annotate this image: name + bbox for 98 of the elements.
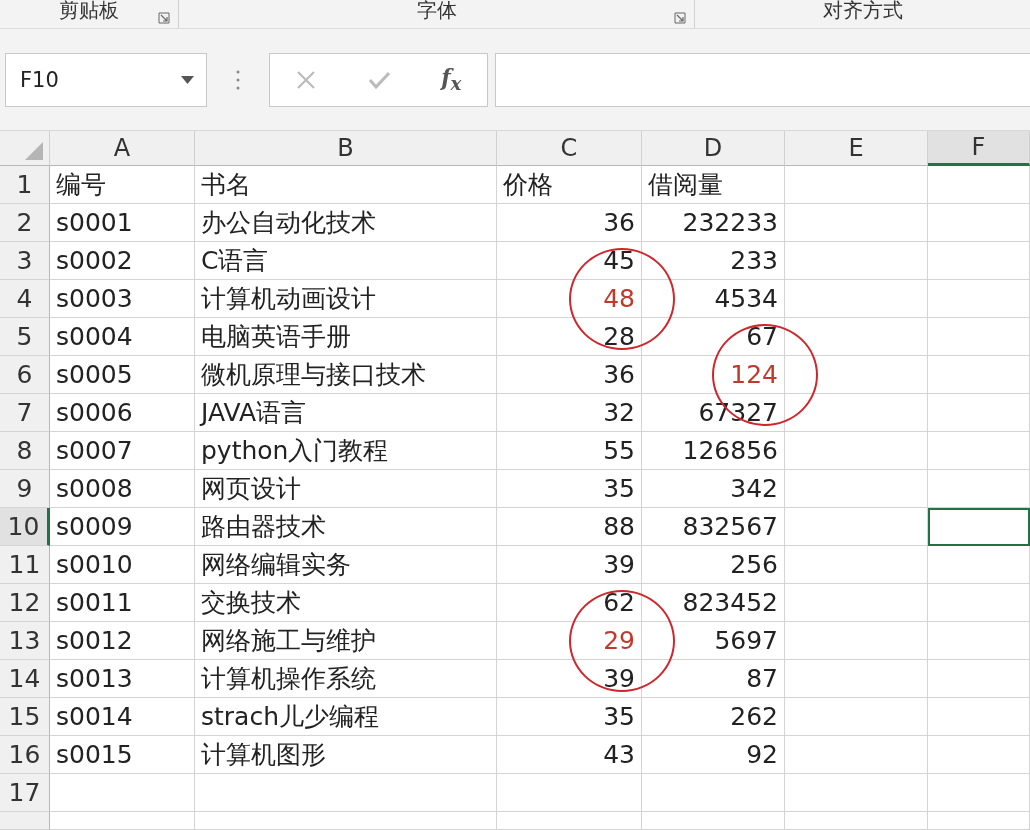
cell-text: 4534 (714, 284, 778, 313)
ribbon-group-label: 剪贴板 (59, 0, 119, 22)
column-header[interactable]: B (195, 131, 497, 166)
row-header[interactable]: 2 (0, 204, 50, 242)
column-header[interactable]: D (642, 131, 785, 166)
cell-text: 45 (603, 246, 635, 275)
cell-text: 交换技术 (201, 587, 301, 619)
cell-text: 计算机操作系统 (201, 663, 376, 695)
cell-text: s0003 (56, 284, 133, 313)
row-header[interactable]: 1 (0, 166, 50, 204)
cell-text: 电脑英语手册 (201, 321, 351, 353)
cell-text: s0014 (56, 702, 133, 731)
cell-text: s0007 (56, 436, 133, 465)
cell-text: s0012 (56, 626, 133, 655)
cell-text: 网络施工与维护 (201, 625, 376, 657)
cancel-icon[interactable] (295, 68, 318, 91)
cell-text: 88 (603, 512, 635, 541)
cell-text: 48 (603, 284, 635, 313)
cell-text: 借阅量 (648, 169, 723, 201)
cell-text: 路由器技术 (201, 511, 326, 543)
cell-text: 342 (730, 474, 778, 503)
column-header[interactable]: F (928, 131, 1030, 166)
cell-text: 823452 (682, 588, 778, 617)
cell-text: s0006 (56, 398, 133, 427)
row-header[interactable]: 8 (0, 432, 50, 470)
cell-text: 256 (730, 550, 778, 579)
cell-text: 67 (746, 322, 778, 351)
vertical-dots-icon[interactable] (235, 68, 241, 91)
cell-text: s0002 (56, 246, 133, 275)
cell-text: s0010 (56, 550, 133, 579)
cell-text: 价格 (503, 169, 553, 201)
cell-text: C语言 (201, 245, 269, 277)
row-header[interactable]: 9 (0, 470, 50, 508)
cell-text: 网页设计 (201, 473, 301, 505)
row-header[interactable]: 12 (0, 584, 50, 622)
row-header[interactable]: 14 (0, 660, 50, 698)
cell-text: 办公自动化技术 (201, 207, 376, 239)
formula-input-field[interactable] (495, 52, 1030, 107)
row-header[interactable]: 17 (0, 774, 50, 812)
cell-text: 书名 (201, 169, 251, 201)
row-header[interactable]: 11 (0, 546, 50, 584)
cell-text: 35 (603, 474, 635, 503)
cell-text: s0013 (56, 664, 133, 693)
cell-text: 832567 (682, 512, 778, 541)
insert-function-button[interactable]: f$_{x}$ (441, 64, 462, 95)
cell-text: s0008 (56, 474, 133, 503)
cell-text: s0009 (56, 512, 133, 541)
column-header[interactable]: C (497, 131, 642, 166)
row-header[interactable]: 4 (0, 280, 50, 318)
cell-text: 28 (603, 322, 635, 351)
row-header[interactable]: 10 (0, 508, 50, 546)
cell-text: s0011 (56, 588, 133, 617)
cell-text: 36 (603, 360, 635, 389)
cell-text: 29 (603, 626, 635, 655)
cell-text: 35 (603, 702, 635, 731)
cell-text: 39 (603, 664, 635, 693)
cell-text: 232233 (682, 208, 778, 237)
cell-text: s0001 (56, 208, 133, 237)
cell-text: strach儿少编程 (201, 701, 379, 733)
cell-text: 124 (730, 360, 778, 389)
name-box[interactable]: F10 (5, 52, 207, 107)
row-header[interactable]: 6 (0, 356, 50, 394)
cell-text: JAVA语言 (201, 397, 307, 429)
cell-text: 126856 (682, 436, 778, 465)
cell-text: 32 (603, 398, 635, 427)
cell-text: 92 (746, 740, 778, 769)
cell-text: s0015 (56, 740, 133, 769)
cell-text: 36 (603, 208, 635, 237)
row-header[interactable]: 3 (0, 242, 50, 280)
cell-text: 43 (603, 740, 635, 769)
cell-text: 233 (730, 246, 778, 275)
cell-text: 网络编辑实务 (201, 549, 351, 581)
dialog-launcher-icon[interactable] (158, 12, 170, 24)
dropdown-caret-icon[interactable] (181, 75, 194, 84)
cell-text: 262 (730, 702, 778, 731)
active-cell[interactable] (928, 508, 1030, 546)
cell-text: 87 (746, 664, 778, 693)
row-header[interactable]: 13 (0, 622, 50, 660)
column-header[interactable]: A (50, 131, 195, 166)
ribbon-group-label: 字体 (416, 0, 457, 22)
dialog-launcher-icon[interactable] (674, 12, 686, 24)
cell-text: 62 (603, 588, 635, 617)
cell-text: 5697 (714, 626, 778, 655)
cell-text: 计算机图形 (201, 739, 326, 771)
cell-text: 编号 (56, 169, 106, 201)
ribbon-group-label: 对齐方式 (822, 0, 903, 22)
row-header[interactable]: 7 (0, 394, 50, 432)
cell-text: 55 (603, 436, 635, 465)
cell-text: 计算机动画设计 (201, 283, 376, 315)
row-header[interactable]: 15 (0, 698, 50, 736)
cell-text: 微机原理与接口技术 (201, 359, 426, 391)
cell-text: python入门教程 (201, 435, 389, 467)
row-header[interactable]: 16 (0, 736, 50, 774)
column-header[interactable]: E (785, 131, 928, 166)
row-header[interactable]: 5 (0, 318, 50, 356)
cell-text: 39 (603, 550, 635, 579)
cell-text: s0004 (56, 322, 133, 351)
cell-text: s0005 (56, 360, 133, 389)
